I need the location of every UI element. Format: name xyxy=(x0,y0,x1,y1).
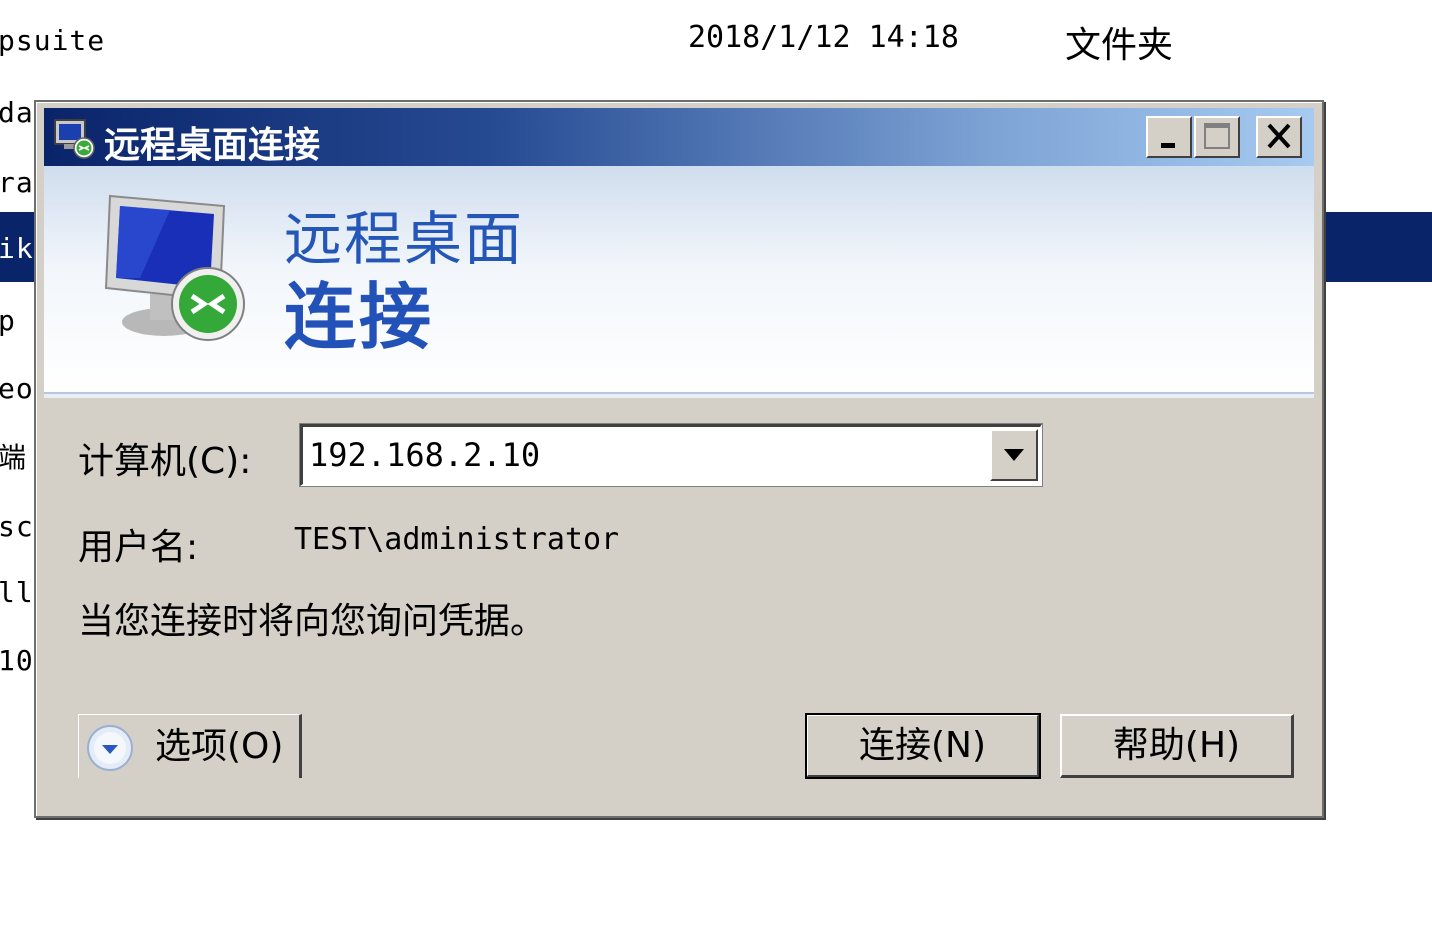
minimize-button[interactable] xyxy=(1146,116,1192,158)
connect-button-label: 连接(N) xyxy=(858,724,987,766)
minimize-icon xyxy=(1161,143,1175,148)
list-item[interactable]: psuite 2018/1/12 14:18 文件夹 xyxy=(0,0,1432,70)
computer-combobox[interactable] xyxy=(299,423,1043,487)
file-date: 2018/1/12 14:18 xyxy=(688,20,959,55)
username-label: 用户名: xyxy=(78,527,199,568)
remote-desktop-dialog: 远程桌面连接 远程桌面 连接 计算机(C): 192.168.2.10 用户名:… xyxy=(34,100,1324,818)
banner: 远程桌面 连接 xyxy=(44,166,1314,395)
file-name: ra xyxy=(0,166,34,199)
title-bar[interactable]: 远程桌面连接 xyxy=(44,108,1314,166)
maximize-icon xyxy=(1204,123,1230,149)
computer-dropdown-button[interactable] xyxy=(990,429,1038,481)
dropdown-arrow-icon xyxy=(1004,449,1024,461)
window-title: 远程桌面连接 xyxy=(104,125,321,166)
file-name: da xyxy=(0,96,34,129)
file-type: 文件夹 xyxy=(1065,25,1174,66)
help-button[interactable]: 帮助(H) xyxy=(1060,714,1294,778)
file-name: psuite xyxy=(0,24,106,57)
file-name: ik xyxy=(0,232,34,265)
maximize-button[interactable] xyxy=(1194,116,1240,158)
connect-button[interactable]: 连接(N) xyxy=(805,713,1041,779)
remote-desktop-icon xyxy=(54,119,95,159)
close-icon xyxy=(1267,123,1291,149)
expand-options-icon xyxy=(87,725,133,771)
options-button-label: 选项(O) xyxy=(155,725,284,767)
file-name: 10 xyxy=(0,644,34,677)
options-button[interactable]: 选项(O) xyxy=(78,714,302,778)
file-name: p xyxy=(0,304,16,337)
file-name: 端 xyxy=(0,441,28,474)
computer-input[interactable] xyxy=(309,433,979,477)
username-value: TEST\administrator xyxy=(294,522,620,557)
computer-label: 计算机(C): xyxy=(78,441,252,482)
help-button-label: 帮助(H) xyxy=(1112,724,1241,766)
credentials-note: 当您连接时将向您询问凭据。 xyxy=(78,601,547,642)
file-name: sc xyxy=(0,510,34,543)
divider xyxy=(44,394,1314,398)
banner-title-line2: 连接 xyxy=(284,275,435,359)
file-name: ll xyxy=(0,576,34,609)
monitor-connect-icon xyxy=(104,194,245,341)
close-button[interactable] xyxy=(1256,116,1302,158)
